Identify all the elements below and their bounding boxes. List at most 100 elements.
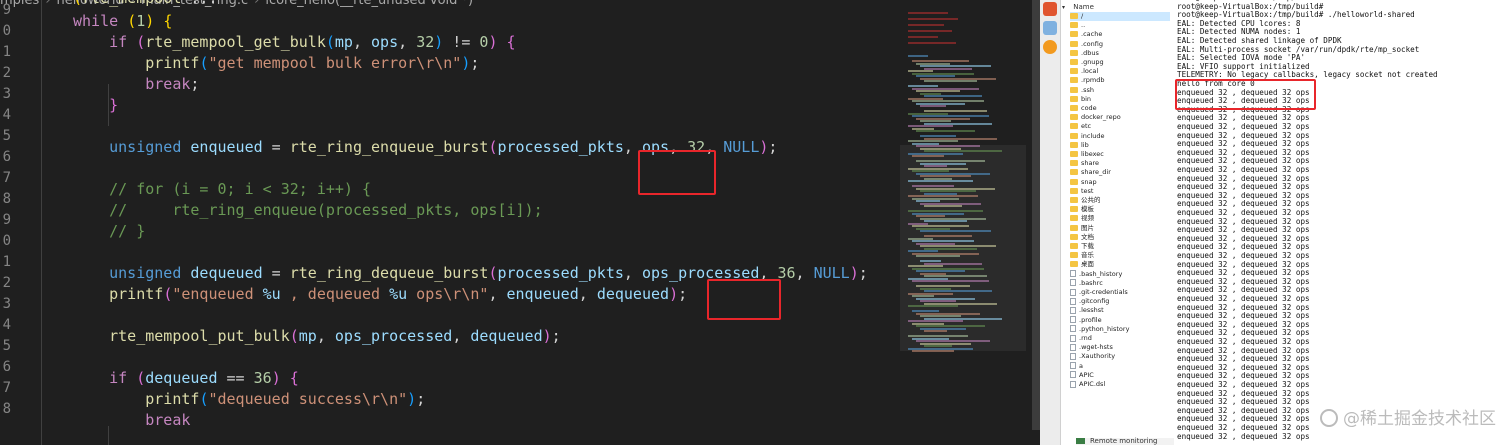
folder-item[interactable]: etc [1070, 122, 1170, 131]
file-item[interactable]: APIC.dsl [1070, 380, 1170, 389]
file-item[interactable]: .rnd [1070, 334, 1170, 343]
breadcrumb[interactable]: mples › helloworld › main_test_ring.c › lcore_… [0, 0, 479, 8]
folder-item[interactable]: .config [1070, 40, 1170, 49]
folder-icon [1070, 197, 1078, 203]
folder-item[interactable]: 音乐 [1070, 251, 1170, 260]
file-item[interactable]: .profile [1070, 316, 1170, 325]
code-line[interactable]: break; [73, 74, 199, 95]
tree-item-label: a [1079, 361, 1083, 370]
scrollbar-thumb[interactable] [1032, 0, 1040, 430]
terminal[interactable]: root@keep-VirtualBox:/tmp/build# root@kee… [1174, 0, 1512, 445]
code-line[interactable]: break [73, 410, 190, 431]
code-line[interactable]: printf("enqueued %u , dequeued %u ops\r\… [73, 284, 687, 305]
folder-item[interactable]: 桌面 [1070, 260, 1170, 269]
code-token: , dequeued [280, 285, 390, 303]
line-number: 1 [2, 44, 11, 60]
code-line[interactable]: // rte_ring_enqueue(processed_pkts, ops[… [73, 200, 543, 221]
folder-item[interactable]: .dbus [1070, 49, 1170, 58]
file-item[interactable]: .bashrc [1070, 279, 1170, 288]
line-number: 4 [2, 317, 11, 333]
code-line[interactable]: rte_mempool_put_bulk(mp, ops_processed, … [73, 326, 561, 347]
collapse-icon[interactable]: ▾ [1062, 4, 1065, 11]
help-icon[interactable] [1043, 40, 1057, 54]
code-token: ; [190, 75, 200, 93]
remote-monitoring-bar[interactable]: Remote monitoring [1076, 438, 1174, 445]
folder-icon [1070, 169, 1078, 176]
folder-item[interactable]: share [1070, 159, 1170, 168]
watermark-logo-icon [1320, 409, 1338, 427]
app-icon[interactable] [1043, 2, 1057, 16]
file-item[interactable]: .wget-hsts [1070, 343, 1170, 352]
folder-item[interactable]: 模板 [1070, 205, 1170, 214]
folder-item[interactable]: test [1070, 187, 1170, 196]
code-token: ( [325, 33, 335, 51]
file-icon [1070, 352, 1076, 360]
watermark: @稀土掘金技术社区 [1320, 404, 1496, 429]
folder-item[interactable]: share_dir [1070, 168, 1170, 177]
file-item[interactable]: .git-credentials [1070, 288, 1170, 297]
folder-icon [1070, 160, 1078, 167]
code-line[interactable]: (rte_mempool ... [73, 0, 236, 9]
tree-item-label: .ssh [1081, 85, 1094, 94]
code-line[interactable]: // } [73, 221, 145, 242]
tree-item-label: 文档 [1081, 232, 1094, 241]
folder-item[interactable]: .gnupg [1070, 58, 1170, 67]
folder-item[interactable]: 下载 [1070, 242, 1170, 251]
breadcrumb-item[interactable]: lcore_hello(__rte_unused void *) [265, 0, 473, 8]
code-token: ) [145, 12, 164, 30]
file-icon [1070, 270, 1076, 278]
folder-item[interactable]: .ssh [1070, 86, 1170, 95]
minimap[interactable] [900, 0, 1043, 445]
file-item[interactable]: .lesshst [1070, 306, 1170, 315]
code-line[interactable]: } [73, 95, 118, 116]
file-item[interactable]: .bash_history [1070, 270, 1170, 279]
tree-item-label: / [1081, 12, 1084, 20]
file-item[interactable]: APIC [1070, 371, 1170, 380]
code-line[interactable]: printf("dequeued success\r\n"); [73, 389, 425, 410]
folder-item[interactable]: .local [1070, 67, 1170, 76]
file-item[interactable]: .python_history [1070, 325, 1170, 334]
line-number: 5 [2, 128, 11, 144]
folder-item[interactable]: code [1070, 104, 1170, 113]
code-line[interactable]: // for (i = 0; i < 32; i++) { [73, 179, 371, 200]
folder-item[interactable]: snap [1070, 178, 1170, 187]
folder-item[interactable]: bin [1070, 95, 1170, 104]
folder-item[interactable]: lib [1070, 141, 1170, 150]
folder-item[interactable]: .. [1070, 21, 1170, 30]
line-number: 4 [2, 107, 11, 123]
code-line[interactable]: printf("get mempool bulk error\r\n"); [73, 53, 479, 74]
folder-item[interactable]: include [1070, 132, 1170, 141]
code-token: // for (i = 0; i < 32; i++) { [73, 180, 372, 198]
minimap-line [908, 24, 944, 26]
code-editor[interactable]: mples › helloworld › main_test_ring.c › lcore_… [0, 0, 900, 445]
minimap-line [916, 130, 975, 132]
code-line[interactable]: if (dequeued == 36) { [73, 368, 299, 389]
file-item[interactable]: a [1070, 362, 1170, 371]
code-token: %u [389, 285, 408, 303]
send-icon[interactable] [1043, 21, 1057, 35]
line-number: 5 [2, 338, 11, 354]
file-icon [1070, 316, 1076, 324]
folder-icon [1070, 123, 1078, 130]
folder-item[interactable]: 图片 [1070, 224, 1170, 233]
folder-item[interactable]: .rpmdb [1070, 76, 1170, 85]
folder-item[interactable]: / [1070, 12, 1170, 21]
code-token: ) [488, 33, 507, 51]
code-line[interactable]: while (1) { [73, 11, 172, 32]
folder-item[interactable]: 公共的 [1070, 196, 1170, 205]
minimap-line [924, 80, 977, 82]
file-icon [1070, 297, 1076, 305]
file-item[interactable]: .Xauthority [1070, 352, 1170, 361]
folder-item[interactable]: libexec [1070, 150, 1170, 159]
tree-item-label: .profile [1079, 315, 1102, 324]
folder-item[interactable]: docker_repo [1070, 113, 1170, 122]
minimap-line [920, 105, 946, 107]
code-token: { [163, 12, 173, 30]
file-item[interactable]: .gitconfig [1070, 297, 1170, 306]
folder-item[interactable]: 文档 [1070, 233, 1170, 242]
folder-item[interactable]: 视频 [1070, 214, 1170, 223]
code-line[interactable]: if (rte_mempool_get_bulk(mp, ops, 32) !=… [73, 32, 515, 53]
folder-item[interactable]: .cache [1070, 30, 1170, 39]
tree-item-label: APIC.dsl [1079, 380, 1106, 388]
code-token: , [623, 264, 642, 282]
